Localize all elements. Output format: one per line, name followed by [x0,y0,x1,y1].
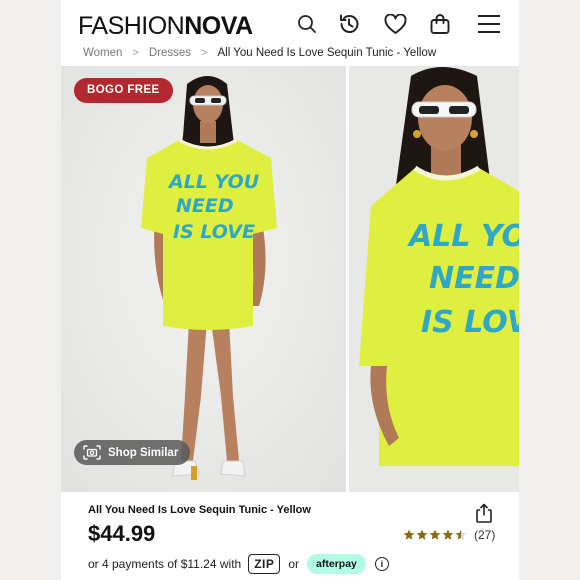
model-illustration-closeup: ALL YOU NEED IS LOVE [349,66,519,492]
shop-similar-label: Shop Similar [108,446,179,459]
shirt-text-line-3: IS LOVE [173,221,255,243]
star-icon [403,529,415,540]
logo-text-fashion: FASHION [78,12,185,40]
rating-stars [403,529,467,541]
menu-icon[interactable] [476,11,502,37]
installments-row: or 4 payments of $11.24 with ZIP or afte… [88,553,389,575]
bag-icon[interactable] [427,11,453,37]
star-icon [442,529,454,540]
or-text: or [288,557,300,571]
star-icon [455,529,467,540]
review-count[interactable]: (27) [474,528,495,542]
afterpay-label: afterpay [316,558,357,570]
star-icon [429,529,441,540]
breadcrumb-separator-icon: > [201,47,208,59]
shirt-closeup-text-line-3: IS LOVE [421,305,519,340]
info-icon[interactable]: i [374,557,389,571]
shop-similar-button[interactable]: Shop Similar [74,440,191,465]
model-illustration-front: ALL YOU NEED IS LOVE [61,66,346,492]
product-price: $44.99 [88,521,156,546]
bogo-badge: BOGO FREE [74,78,173,103]
camera-scan-icon [83,445,101,460]
share-icon[interactable] [475,503,493,523]
zip-logo[interactable]: ZIP [248,554,281,574]
search-icon[interactable] [294,11,320,37]
product-page: FASHIONNOVA Women > Dresses > All You Ne… [61,0,519,580]
afterpay-logo[interactable]: afterpay [307,554,366,574]
breadcrumb-separator-icon: > [132,47,139,59]
shirt-closeup-text-line-2: NEED [429,261,519,296]
product-image-closeup[interactable]: ALL YOU NEED IS LOVE [349,66,519,492]
product-rating[interactable]: (27) [403,528,495,542]
breadcrumb-current: All You Need Is Love Sequin Tunic - Yell… [217,47,437,59]
brand-logo[interactable]: FASHIONNOVA [78,13,253,39]
zip-label: ZIP [254,557,275,571]
product-title: All You Need Is Love Sequin Tunic - Yell… [88,504,311,516]
site-header: FASHIONNOVA [61,0,519,46]
product-image-front[interactable]: ALL YOU NEED IS LOVE BOGO FREE Shop Simi… [61,66,346,492]
installments-text: or 4 payments of $11.24 with [88,557,242,571]
logo-text-nova: NOVA [184,12,253,40]
history-icon[interactable] [336,11,362,37]
breadcrumb: Women > Dresses > All You Need Is Love S… [83,45,436,61]
info-icon-glyph: i [380,559,384,569]
breadcrumb-item-dresses[interactable]: Dresses [149,47,191,59]
heart-icon[interactable] [382,11,408,37]
product-gallery: ALL YOU NEED IS LOVE BOGO FREE Shop Simi… [61,66,519,492]
breadcrumb-item-women[interactable]: Women [83,47,122,59]
shirt-closeup-text-line-1: ALL YOU [407,219,519,254]
shirt-text-line-2: NEED [176,195,234,217]
star-icon [416,529,428,540]
shirt-text-line-1: ALL YOU [167,171,260,193]
